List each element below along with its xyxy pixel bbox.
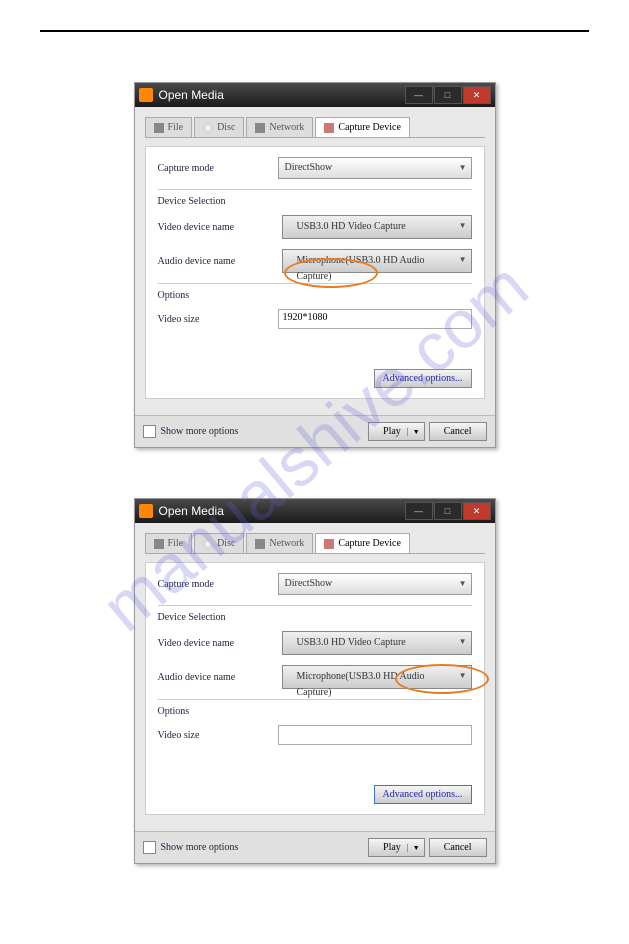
header-rule [40, 30, 589, 32]
capture-mode-select[interactable]: DirectShow [278, 573, 472, 595]
video-device-select[interactable]: USB3.0 HD Video Capture [282, 215, 472, 239]
tab-disc[interactable]: Disc [194, 117, 244, 137]
tab-strip: File Disc Network Capture Device [145, 533, 485, 554]
maximize-button[interactable]: □ [434, 86, 462, 104]
tab-disc[interactable]: Disc [194, 533, 244, 553]
show-more-label: Show more options [161, 426, 365, 437]
capture-icon [324, 123, 334, 133]
audio-device-label: Audio device name [158, 672, 278, 683]
vlc-icon [139, 88, 153, 102]
play-button[interactable]: Play [368, 422, 425, 441]
close-button[interactable]: ✕ [463, 86, 491, 104]
tab-network[interactable]: Network [246, 117, 313, 137]
tab-file[interactable]: File [145, 117, 193, 137]
capture-icon [324, 539, 334, 549]
video-size-input[interactable] [278, 725, 472, 745]
tab-network[interactable]: Network [246, 533, 313, 553]
show-more-checkbox[interactable] [143, 841, 156, 854]
advanced-options-button[interactable]: Advanced options... [374, 785, 472, 804]
vlc-icon [139, 504, 153, 518]
capture-mode-label: Capture mode [158, 163, 278, 174]
cancel-button[interactable]: Cancel [429, 422, 487, 441]
play-button[interactable]: Play [368, 838, 425, 857]
audio-device-select[interactable]: Microphone(USB3.0 HD Audio Capture) [282, 249, 472, 273]
network-icon [255, 539, 265, 549]
capture-mode-select[interactable]: DirectShow [278, 157, 472, 179]
video-device-label: Video device name [158, 638, 278, 649]
titlebar[interactable]: Open Media — □ ✕ [135, 83, 495, 107]
file-icon [154, 123, 164, 133]
network-icon [255, 123, 265, 133]
device-selection-label: Device Selection [158, 612, 472, 623]
tab-file[interactable]: File [145, 533, 193, 553]
options-label: Options [158, 706, 472, 717]
device-selection-label: Device Selection [158, 196, 472, 207]
disc-icon [203, 123, 213, 133]
video-size-label: Video size [158, 730, 278, 741]
titlebar[interactable]: Open Media — □ ✕ [135, 499, 495, 523]
close-button[interactable]: ✕ [463, 502, 491, 520]
video-size-input[interactable]: 1920*1080 [278, 309, 472, 329]
file-icon [154, 539, 164, 549]
tab-capture-device[interactable]: Capture Device [315, 533, 409, 553]
minimize-button[interactable]: — [405, 502, 433, 520]
audio-device-select[interactable]: Microphone(USB3.0 HD Audio Capture) [282, 665, 472, 689]
video-size-label: Video size [158, 314, 278, 325]
maximize-button[interactable]: □ [434, 502, 462, 520]
options-label: Options [158, 290, 472, 301]
show-more-label: Show more options [161, 842, 365, 853]
open-media-dialog-2: Open Media — □ ✕ File Disc Network Captu… [134, 498, 496, 864]
audio-device-label: Audio device name [158, 256, 278, 267]
window-title: Open Media [159, 88, 405, 102]
cancel-button[interactable]: Cancel [429, 838, 487, 857]
show-more-checkbox[interactable] [143, 425, 156, 438]
video-device-label: Video device name [158, 222, 278, 233]
open-media-dialog-1: Open Media — □ ✕ File Disc Network Captu… [134, 82, 496, 448]
minimize-button[interactable]: — [405, 86, 433, 104]
window-title: Open Media [159, 504, 405, 518]
video-device-select[interactable]: USB3.0 HD Video Capture [282, 631, 472, 655]
advanced-options-button[interactable]: Advanced options... [374, 369, 472, 388]
tab-capture-device[interactable]: Capture Device [315, 117, 409, 137]
disc-icon [203, 539, 213, 549]
tab-strip: File Disc Network Capture Device [145, 117, 485, 138]
capture-mode-label: Capture mode [158, 579, 278, 590]
